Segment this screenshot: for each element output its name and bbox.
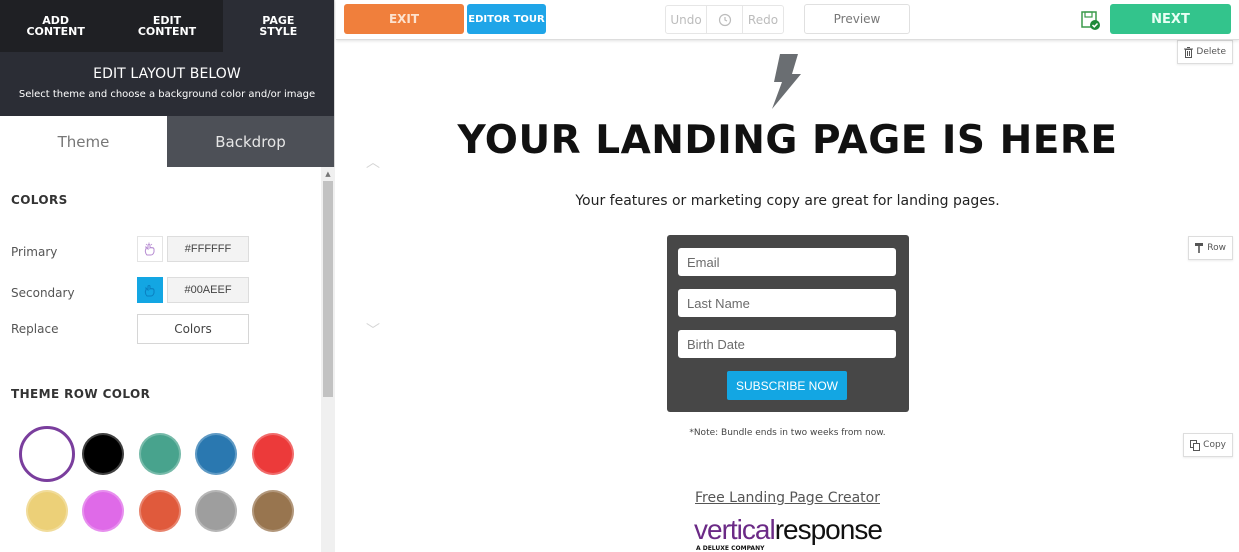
tab-backdrop[interactable]: Backdrop bbox=[167, 116, 334, 167]
subscribe-form: SUBSCRIBE NOW bbox=[667, 235, 909, 412]
hand-pointer-icon bbox=[144, 242, 155, 256]
sidebar-scrollbar[interactable]: ▲ bbox=[321, 167, 335, 552]
sidebar-title: EDIT LAYOUT BELOW bbox=[93, 66, 241, 82]
saved-icon bbox=[1081, 11, 1100, 30]
sidebar: ADD CONTENT EDIT CONTENT PAGE STYLE EDIT LA… bbox=[0, 0, 335, 552]
mode-tabs: Theme Backdrop bbox=[0, 116, 334, 167]
undo-button[interactable]: Undo bbox=[666, 6, 707, 33]
hand-pointer-icon bbox=[144, 285, 155, 297]
theme-row-color-swatch[interactable] bbox=[252, 433, 294, 475]
history-controls: Undo Redo bbox=[665, 5, 784, 34]
replace-colors-button[interactable]: Colors bbox=[137, 314, 249, 344]
page-headline[interactable]: YOUR LANDING PAGE IS HERE bbox=[336, 118, 1239, 163]
page-canvas: Delete Row Copy ︿ ﹀ YOUR LANDING PAGE IS… bbox=[336, 40, 1239, 552]
verticalresponse-logo: verticalresponse bbox=[694, 514, 883, 545]
top-toolbar: EXIT EDITOR TOUR Undo Redo Preview NEXT bbox=[336, 0, 1239, 40]
tab-edit-content[interactable]: EDIT CONTENT bbox=[111, 0, 222, 52]
next-button[interactable]: NEXT bbox=[1110, 4, 1231, 34]
last-name-input[interactable] bbox=[678, 289, 896, 317]
sidebar-subtitle: Select theme and choose a background col… bbox=[18, 89, 316, 100]
tab-add-content[interactable]: ADD CONTENT bbox=[0, 0, 111, 52]
primary-hex-field[interactable]: #FFFFFF bbox=[167, 236, 249, 262]
scroll-up-arrow-icon[interactable]: ▲ bbox=[321, 167, 335, 181]
move-row-down-icon[interactable]: ﹀ bbox=[366, 320, 380, 340]
theme-row-color-swatch[interactable] bbox=[195, 433, 237, 475]
secondary-label: Secondary bbox=[11, 286, 75, 300]
theme-row-color-swatch[interactable] bbox=[82, 433, 124, 475]
colors-title: COLORS bbox=[11, 193, 68, 207]
bundle-note: *Note: Bundle ends in two weeks from now… bbox=[689, 428, 886, 438]
secondary-hex-field[interactable]: #00AEEF bbox=[167, 277, 249, 303]
secondary-color-picker[interactable] bbox=[137, 277, 163, 303]
logo-tagline: A DELUXE COMPANY bbox=[696, 545, 765, 552]
copy-icon bbox=[1190, 439, 1201, 451]
landing-page-editor: ADD CONTENT EDIT CONTENT PAGE STYLE EDIT LA… bbox=[0, 0, 1239, 552]
history-button[interactable] bbox=[707, 6, 743, 33]
theme-panel: COLORS Primary #FFFFFF Secondary #00AEEF… bbox=[0, 167, 321, 552]
trash-icon bbox=[1184, 46, 1194, 58]
delete-row-button[interactable]: Delete bbox=[1177, 40, 1233, 64]
primary-label: Primary bbox=[11, 245, 58, 259]
theme-row-color-swatch[interactable] bbox=[195, 490, 237, 532]
clock-icon bbox=[718, 13, 731, 26]
tab-page-style[interactable]: PAGE STYLE bbox=[222, 0, 334, 52]
page-tagline[interactable]: Your features or marketing copy are grea… bbox=[336, 193, 1239, 209]
theme-row-color-title: THEME ROW COLOR bbox=[11, 387, 151, 401]
free-landing-page-link[interactable]: Free Landing Page Creator bbox=[336, 490, 1239, 506]
email-input[interactable] bbox=[678, 248, 896, 276]
scroll-thumb[interactable] bbox=[323, 181, 333, 397]
theme-row-color-swatch[interactable] bbox=[26, 490, 68, 532]
theme-row-color-swatch[interactable] bbox=[19, 426, 75, 482]
tab-theme[interactable]: Theme bbox=[0, 116, 167, 167]
sidebar-header: EDIT LAYOUT BELOW Select theme and choos… bbox=[0, 52, 334, 116]
paint-roller-icon bbox=[1195, 243, 1204, 253]
subscribe-button[interactable]: SUBSCRIBE NOW bbox=[727, 371, 847, 400]
theme-row-color-swatch[interactable] bbox=[139, 490, 181, 532]
exit-button[interactable]: EXIT bbox=[344, 4, 464, 34]
replace-label: Replace bbox=[11, 322, 59, 336]
lightning-bolt-icon bbox=[772, 54, 801, 109]
redo-button[interactable]: Redo bbox=[743, 6, 783, 33]
primary-color-picker[interactable] bbox=[137, 236, 163, 262]
top-tabs: ADD CONTENT EDIT CONTENT PAGE STYLE bbox=[0, 0, 334, 52]
row-style-button[interactable]: Row bbox=[1188, 236, 1233, 260]
birth-date-input[interactable] bbox=[678, 330, 896, 358]
theme-row-color-swatch[interactable] bbox=[82, 490, 124, 532]
editor-tour-button[interactable]: EDITOR TOUR bbox=[467, 4, 546, 34]
preview-button[interactable]: Preview bbox=[804, 4, 910, 34]
theme-row-color-swatch[interactable] bbox=[139, 433, 181, 475]
theme-row-color-swatch[interactable] bbox=[252, 490, 294, 532]
